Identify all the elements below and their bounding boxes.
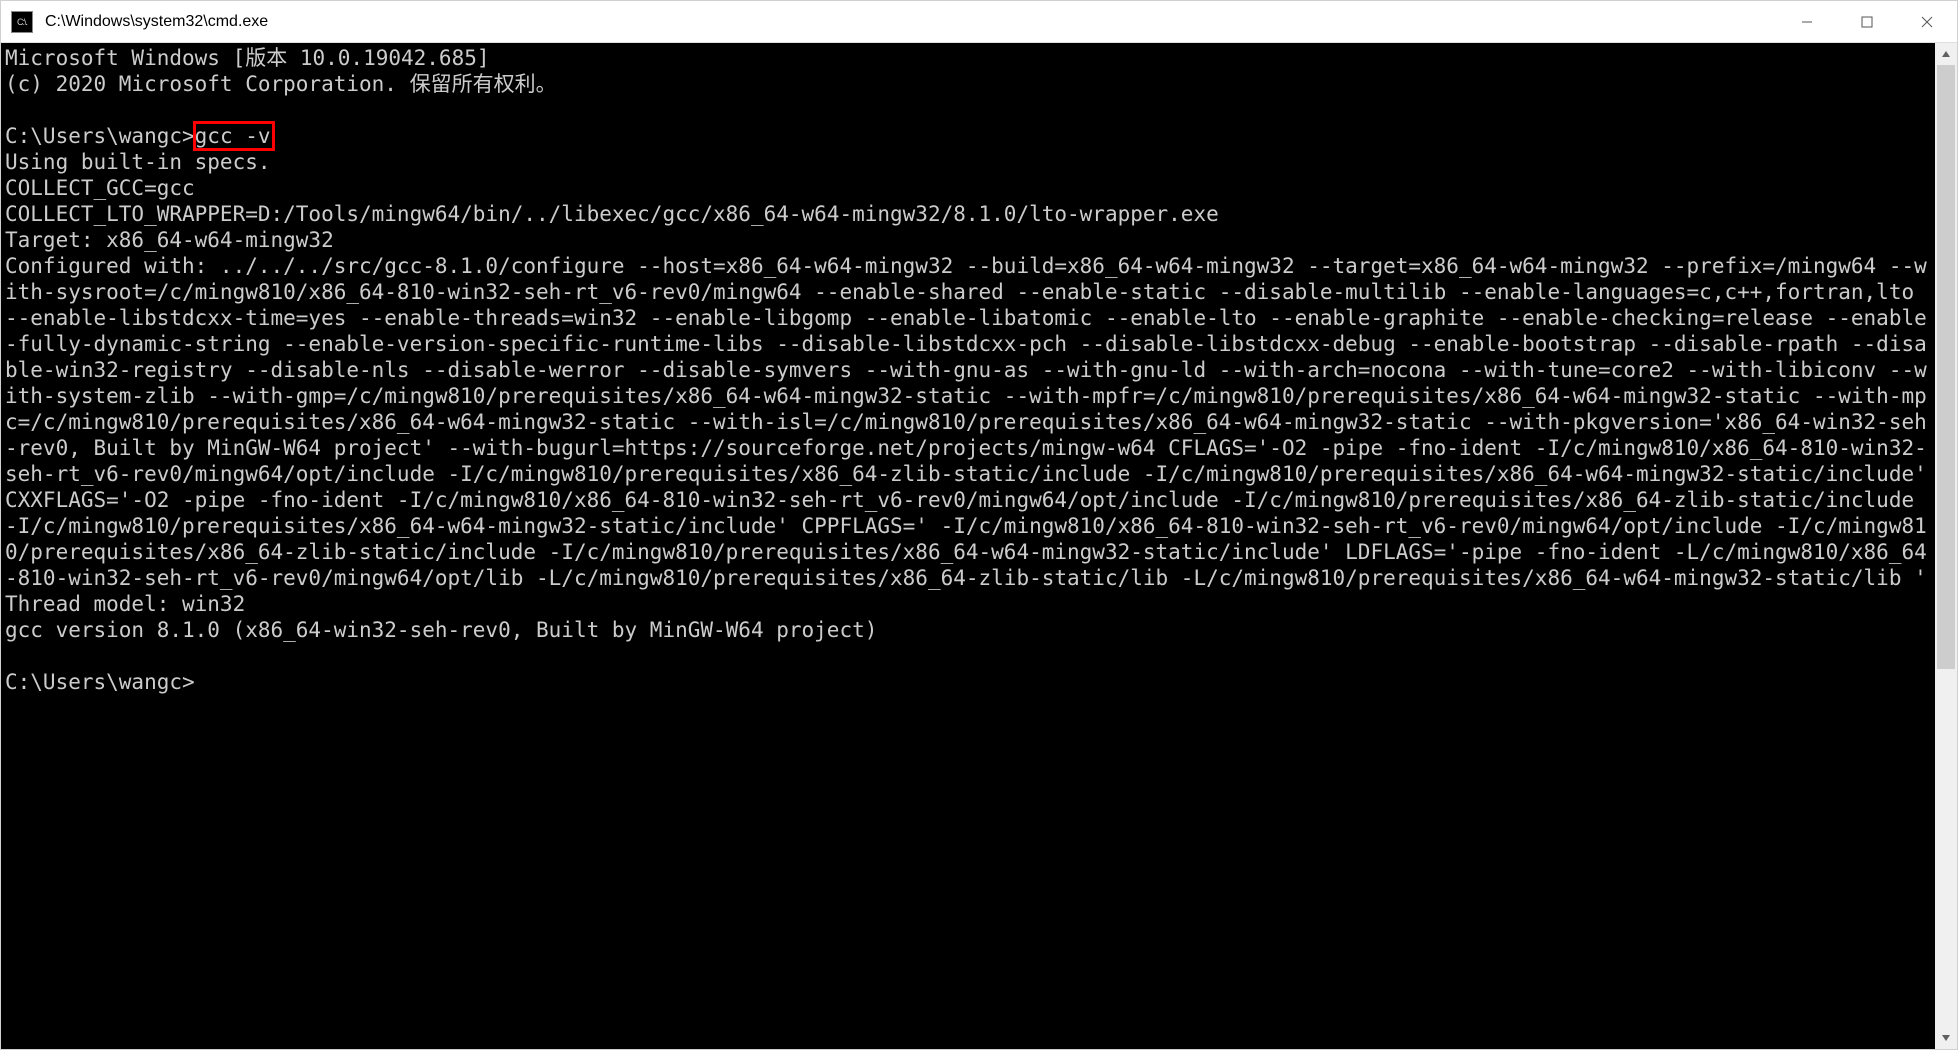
window-controls xyxy=(1777,1,1957,42)
terminal-output[interactable]: Microsoft Windows [版本 10.0.19042.685] (c… xyxy=(1,43,1935,1049)
scroll-up-button[interactable] xyxy=(1935,43,1957,65)
highlighted-command: gcc -v xyxy=(195,123,273,149)
close-icon xyxy=(1920,15,1934,29)
out-collect-lto: COLLECT_LTO_WRAPPER=D:/Tools/mingw64/bin… xyxy=(5,202,1219,226)
minimize-button[interactable] xyxy=(1777,1,1837,42)
out-thread-model: Thread model: win32 xyxy=(5,592,245,616)
out-configured: Configured with: ../../../src/gcc-8.1.0/… xyxy=(5,254,1935,590)
cmd-icon: C:\. xyxy=(11,11,33,33)
terminal-area: Microsoft Windows [版本 10.0.19042.685] (c… xyxy=(1,43,1957,1049)
out-collect-gcc: COLLECT_GCC=gcc xyxy=(5,176,195,200)
titlebar[interactable]: C:\. C:\Windows\system32\cmd.exe xyxy=(1,1,1957,43)
chevron-down-icon xyxy=(1941,1033,1951,1043)
minimize-icon xyxy=(1800,15,1814,29)
out-gcc-version: gcc version 8.1.0 (x86_64-win32-seh-rev0… xyxy=(5,618,877,642)
maximize-button[interactable] xyxy=(1837,1,1897,42)
vertical-scrollbar[interactable] xyxy=(1935,43,1957,1049)
scroll-down-button[interactable] xyxy=(1935,1027,1957,1049)
maximize-icon xyxy=(1860,15,1874,29)
line-version: Microsoft Windows [版本 10.0.19042.685] xyxy=(5,46,490,70)
window-title: C:\Windows\system32\cmd.exe xyxy=(45,13,1777,31)
close-button[interactable] xyxy=(1897,1,1957,42)
out-target: Target: x86_64-w64-mingw32 xyxy=(5,228,334,252)
out-specs: Using built-in specs. xyxy=(5,150,271,174)
prompt-2: C:\Users\wangc> xyxy=(5,670,195,694)
cmd-window: C:\. C:\Windows\system32\cmd.exe Microso… xyxy=(0,0,1958,1050)
chevron-up-icon xyxy=(1941,49,1951,59)
scroll-thumb[interactable] xyxy=(1937,65,1955,669)
prompt-1: C:\Users\wangc> xyxy=(5,124,195,148)
line-copyright: (c) 2020 Microsoft Corporation. 保留所有权利。 xyxy=(5,72,557,96)
